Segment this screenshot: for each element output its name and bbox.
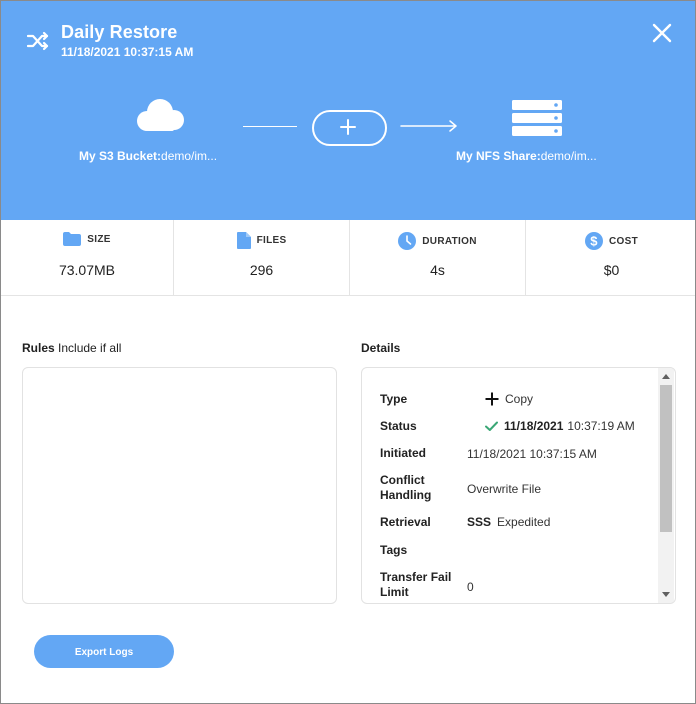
detail-value: Overwrite File	[467, 482, 542, 496]
retrieval-tier-badge: SSS	[467, 515, 492, 529]
plus-icon	[485, 392, 499, 406]
scroll-down-arrow[interactable]	[662, 592, 670, 597]
export-logs-button[interactable]: Export Logs	[34, 635, 174, 668]
stat-duration: DURATION 4s	[350, 220, 526, 295]
scroll-up-arrow[interactable]	[662, 374, 670, 379]
detail-key: Initiated	[380, 446, 427, 460]
source-label: My S3 Bucket:demo/im...	[79, 149, 217, 163]
job-title: Daily Restore	[61, 22, 178, 42]
job-header: Daily Restore 11/18/2021 10:37:15 AM My …	[1, 1, 695, 220]
dollar-icon: $	[585, 232, 603, 250]
detail-value: 11/18/2021 10:37:19 AM	[485, 419, 635, 433]
detail-key: Transfer Fail Limit	[380, 570, 452, 599]
detail-row-tags: Tags	[380, 543, 460, 558]
details-panel: Type Copy Status 11/18/2021 10:37:19 AM …	[361, 367, 676, 604]
detail-key: Conflict Handling	[380, 473, 432, 502]
detail-value: Copy	[485, 392, 533, 406]
details-heading: Details	[361, 341, 401, 355]
detail-row-initiated: Initiated 11/18/2021 10:37:15 AM	[380, 446, 597, 461]
detail-row-type: Type Copy	[380, 392, 533, 407]
detail-row-transfer-fail-limit: Transfer Fail Limit 0	[380, 570, 474, 600]
status-time: 10:37:19 AM	[567, 419, 635, 433]
detail-row-status: Status 11/18/2021 10:37:19 AM	[380, 419, 635, 434]
detail-value: SSS Expedited	[467, 515, 550, 529]
cloud-icon	[137, 99, 184, 131]
transfer-type-pill[interactable]	[312, 110, 387, 146]
source-path: demo/im...	[161, 149, 218, 163]
server-icon	[512, 100, 562, 136]
destination-label: My NFS Share:demo/im...	[456, 149, 597, 163]
retrieval-value: Expedited	[497, 515, 551, 529]
destination-path: demo/im...	[540, 149, 597, 163]
status-date: 11/18/2021	[504, 419, 564, 433]
rules-title: Rules	[22, 341, 55, 355]
check-icon	[485, 421, 498, 431]
stat-value: 4s	[430, 262, 445, 278]
detail-type-value: Copy	[505, 392, 534, 406]
svg-text:$: $	[590, 234, 598, 249]
arrow-right-icon	[400, 120, 457, 132]
stat-size: SIZE 73.07MB	[1, 220, 174, 295]
detail-row-retrieval: Retrieval SSS Expedited	[380, 515, 550, 530]
source-name: My S3 Bucket:	[79, 149, 162, 163]
detail-key: Status	[380, 419, 417, 433]
stat-value: 296	[249, 262, 274, 278]
stat-label: COST	[609, 235, 638, 247]
destination-name: My NFS Share:	[456, 149, 541, 163]
clock-icon	[398, 232, 417, 250]
stat-value: $0	[603, 262, 620, 278]
close-icon[interactable]	[651, 22, 673, 44]
detail-key: Retrieval	[380, 515, 431, 529]
stats-bar: SIZE 73.07MB FILES 296 DURATION 4s $ COS…	[1, 220, 695, 296]
file-icon	[236, 232, 251, 249]
stat-label: SIZE	[87, 233, 111, 245]
stat-value: 73.07MB	[58, 262, 116, 278]
rules-heading: Rules Include if all	[22, 341, 121, 355]
details-scrollbar[interactable]	[658, 368, 674, 603]
detail-value: 11/18/2021 10:37:15 AM	[467, 447, 597, 461]
stat-files: FILES 296	[174, 220, 350, 295]
plus-icon	[340, 119, 356, 135]
transfer-detail-window: Daily Restore 11/18/2021 10:37:15 AM My …	[0, 0, 696, 704]
rules-panel	[22, 367, 337, 604]
shuffle-icon	[27, 31, 49, 51]
detail-key: Type	[380, 392, 408, 406]
detail-key: Tags	[380, 543, 408, 557]
folder-icon	[63, 232, 82, 246]
detail-value: 0	[467, 580, 474, 594]
detail-row-conflict-handling: Conflict Handling Overwrite File	[380, 473, 541, 503]
stat-label: FILES	[256, 235, 287, 246]
stat-cost: $ COST $0	[526, 220, 695, 295]
job-timestamp: 11/18/2021 10:37:15 AM	[61, 45, 194, 59]
connector-line	[243, 126, 297, 127]
scroll-thumb[interactable]	[660, 385, 672, 532]
rules-subtitle: Include if all	[58, 341, 122, 355]
stat-label: DURATION	[422, 235, 477, 247]
